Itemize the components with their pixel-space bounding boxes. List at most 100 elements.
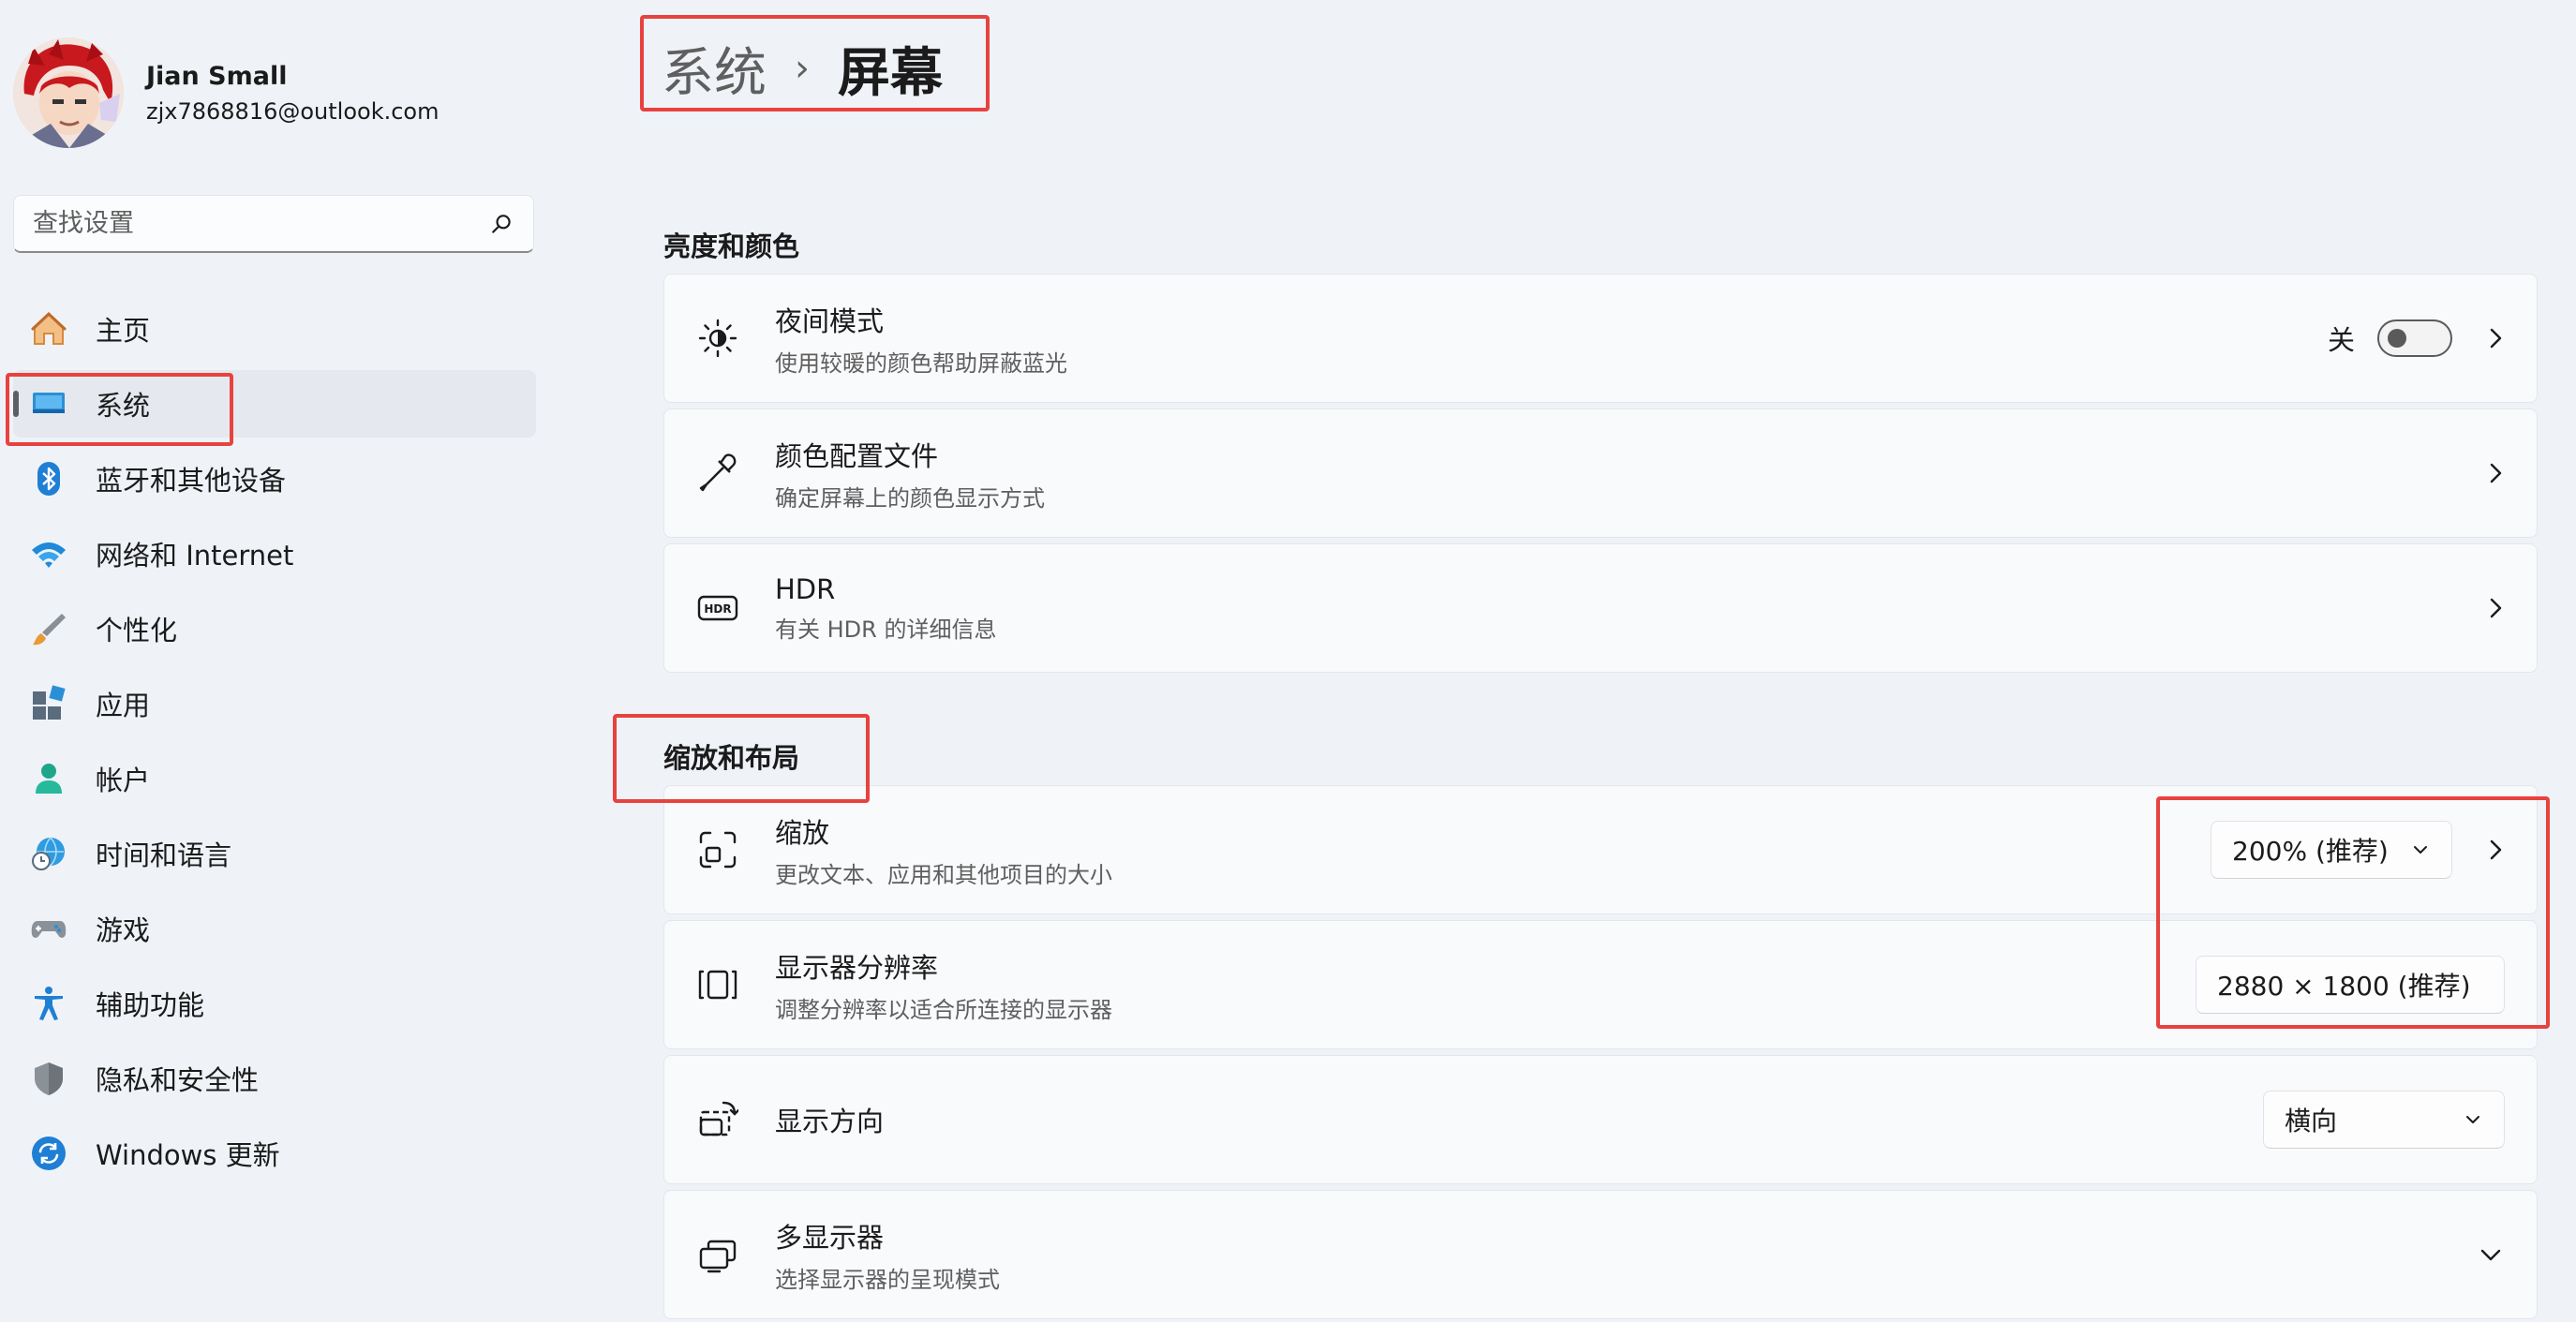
section-title-brightness: 亮度和颜色 <box>663 230 800 262</box>
chevron-right-icon[interactable] <box>2482 325 2509 351</box>
toggle-state-label: 关 <box>2327 324 2355 356</box>
shield-icon <box>30 1060 67 1097</box>
sidebar-item-time-language[interactable]: 时间和语言 <box>13 820 536 887</box>
sidebar-item-gaming[interactable]: 游戏 <box>13 895 536 962</box>
sidebar-item-label: 系统 <box>96 390 151 422</box>
breadcrumb: 系统 › 屏幕 <box>662 36 943 104</box>
color-profile-text: 颜色配置文件 确定屏幕上的颜色显示方式 <box>775 435 1045 512</box>
color-profile-title: 颜色配置文件 <box>775 439 939 472</box>
user-profile[interactable]: Jian Small zjx7868816@outlook.com <box>13 37 439 148</box>
night-light-subtitle: 使用较暖的颜色帮助屏蔽蓝光 <box>775 349 1067 377</box>
breadcrumb-parent-link[interactable]: 系统 <box>662 31 767 107</box>
toggle-knob <box>2388 329 2406 348</box>
sidebar-item-network[interactable]: 网络和 Internet <box>13 520 536 587</box>
night-light-icon <box>696 317 739 360</box>
orientation-icon <box>696 1098 739 1141</box>
chevron-down-icon <box>2414 846 2427 854</box>
hdr-row[interactable]: HDR HDR 有关 HDR 的详细信息 <box>663 543 2538 673</box>
sidebar-item-bluetooth[interactable]: 蓝牙和其他设备 <box>13 445 536 512</box>
orientation-text: 显示方向 <box>775 1100 884 1139</box>
accessibility-icon <box>30 985 67 1022</box>
sidebar-item-label: 主页 <box>96 315 151 347</box>
scale-text: 缩放 更改文本、应用和其他项目的大小 <box>775 811 1112 889</box>
globe-clock-icon <box>30 835 67 872</box>
sidebar-item-label: 个性化 <box>96 615 178 646</box>
user-name: Jian Small <box>146 61 288 91</box>
scale-subtitle: 更改文本、应用和其他项目的大小 <box>775 861 1112 888</box>
night-light-toggle-group: 关 <box>2328 319 2452 358</box>
scale-dropdown-value: 200% (推荐) <box>2232 836 2389 867</box>
resolution-subtitle: 调整分辨率以适合所连接的显示器 <box>775 996 1112 1023</box>
sidebar-item-accounts[interactable]: 帐户 <box>13 745 536 812</box>
search-icon[interactable] <box>490 212 514 236</box>
scale-dropdown[interactable]: 200% (推荐) <box>2211 821 2452 879</box>
gamepad-icon <box>30 910 67 947</box>
multi-display-text: 多显示器 选择显示器的呈现模式 <box>775 1216 1000 1294</box>
sidebar-item-privacy[interactable]: 隐私和安全性 <box>13 1045 536 1112</box>
chevron-down-icon <box>2466 1116 2479 1123</box>
orientation-dropdown[interactable]: 横向 <box>2263 1091 2505 1149</box>
sidebar-item-windows-update[interactable]: Windows 更新 <box>13 1120 536 1187</box>
sidebar-item-accessibility[interactable]: 辅助功能 <box>13 970 536 1037</box>
sidebar-item-label: Windows 更新 <box>96 1139 280 1171</box>
resolution-dropdown-value: 2880 × 1800 (推荐) <box>2217 971 2471 1002</box>
sidebar-item-label: 辅助功能 <box>96 989 205 1021</box>
resolution-icon <box>696 963 739 1006</box>
home-icon <box>30 310 67 348</box>
night-light-toggle[interactable] <box>2377 319 2452 357</box>
settings-window: Jian Small zjx7868816@outlook.com 主页 系统 <box>0 0 2576 1322</box>
avatar <box>13 37 124 148</box>
multi-display-row[interactable]: 多显示器 选择显示器的呈现模式 <box>663 1190 2538 1319</box>
user-email: zjx7868816@outlook.com <box>146 97 439 125</box>
multi-display-title: 多显示器 <box>775 1221 885 1254</box>
sidebar-item-label: 应用 <box>96 690 151 721</box>
section-title-scale-layout: 缩放和布局 <box>663 742 800 774</box>
sidebar-item-personalization[interactable]: 个性化 <box>13 595 536 662</box>
paintbrush-icon <box>30 610 67 647</box>
system-display-icon <box>30 385 67 423</box>
breadcrumb-separator: › <box>795 47 810 90</box>
chevron-right-icon[interactable] <box>2482 460 2509 486</box>
sidebar-item-label: 蓝牙和其他设备 <box>96 465 287 497</box>
account-icon <box>30 760 67 797</box>
multi-display-icon <box>696 1233 739 1276</box>
bluetooth-icon <box>30 460 67 498</box>
page-title: 屏幕 <box>838 42 943 104</box>
sidebar-item-apps[interactable]: 应用 <box>13 670 536 737</box>
sidebar-item-label: 帐户 <box>96 765 151 796</box>
sidebar-item-label: 隐私和安全性 <box>96 1064 260 1096</box>
color-profile-subtitle: 确定屏幕上的颜色显示方式 <box>775 484 1045 512</box>
search-input[interactable] <box>33 209 490 238</box>
orientation-dropdown-value: 横向 <box>2285 1106 2338 1136</box>
scale-icon <box>696 828 739 871</box>
sidebar-item-home[interactable]: 主页 <box>13 295 536 363</box>
sidebar-nav: 主页 系统 蓝牙和其他设备 网络和 Internet 个性化 应用 帐户 时间和… <box>13 295 536 1195</box>
apps-icon <box>30 685 67 722</box>
hdr-subtitle: 有关 HDR 的详细信息 <box>775 616 997 643</box>
resolution-row[interactable]: 显示器分辨率 调整分辨率以适合所连接的显示器 2880 × 1800 (推荐) <box>663 920 2538 1049</box>
sidebar-item-system[interactable]: 系统 <box>13 370 536 438</box>
night-light-row[interactable]: 夜间模式 使用较暖的颜色帮助屏蔽蓝光 关 <box>663 274 2538 403</box>
orientation-title: 显示方向 <box>775 1106 885 1137</box>
svg-text:HDR: HDR <box>704 602 731 616</box>
color-profile-row[interactable]: 颜色配置文件 确定屏幕上的颜色显示方式 <box>663 408 2538 538</box>
scale-title: 缩放 <box>775 816 830 849</box>
resolution-dropdown[interactable]: 2880 × 1800 (推荐) <box>2196 956 2505 1014</box>
hdr-title: HDR <box>775 572 836 605</box>
sidebar-item-label: 游戏 <box>96 914 151 946</box>
resolution-text: 显示器分辨率 调整分辨率以适合所连接的显示器 <box>775 946 1112 1024</box>
sidebar-item-label: 时间和语言 <box>96 839 232 871</box>
night-light-title: 夜间模式 <box>775 305 885 337</box>
hdr-icon: HDR <box>696 587 739 630</box>
sidebar-item-label: 网络和 Internet <box>96 540 294 572</box>
multi-display-subtitle: 选择显示器的呈现模式 <box>775 1266 1000 1293</box>
search-box[interactable] <box>13 195 534 253</box>
chevron-right-icon[interactable] <box>2482 595 2509 621</box>
scale-row[interactable]: 缩放 更改文本、应用和其他项目的大小 200% (推荐) <box>663 785 2538 914</box>
wifi-icon <box>30 535 67 572</box>
chevron-down-icon[interactable] <box>2477 1240 2505 1269</box>
chevron-right-icon[interactable] <box>2482 837 2509 863</box>
night-light-text: 夜间模式 使用较暖的颜色帮助屏蔽蓝光 <box>775 300 1067 378</box>
orientation-row[interactable]: 显示方向 横向 <box>663 1055 2538 1184</box>
eyedropper-icon <box>696 452 739 495</box>
